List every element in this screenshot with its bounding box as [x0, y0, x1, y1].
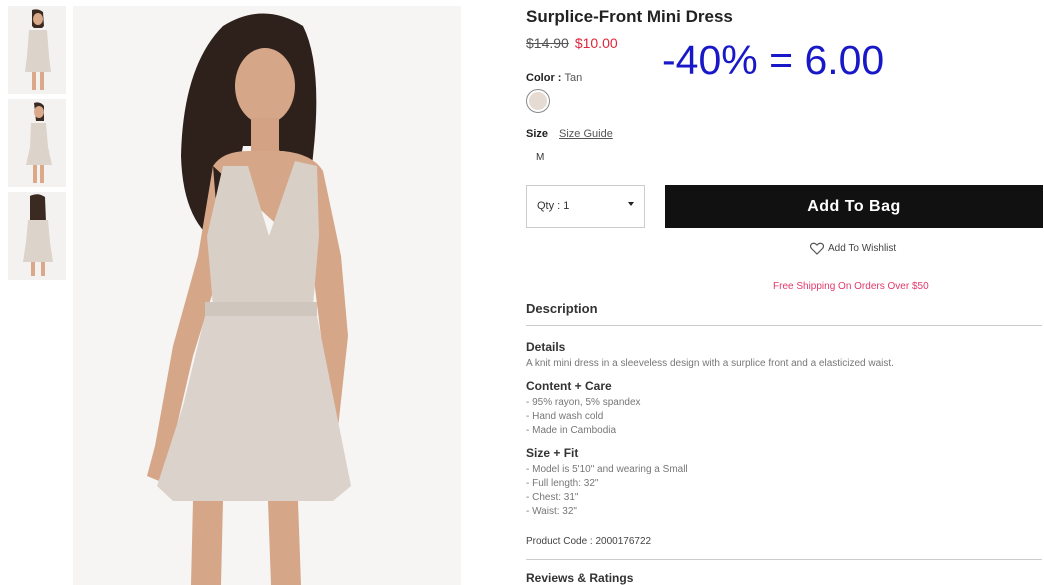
size-fit-title: Size + Fit [526, 446, 579, 460]
divider [526, 325, 1042, 326]
wishlist-label: Add To Wishlist [828, 243, 897, 254]
content-line: - 95% rayon, 5% spandex [526, 397, 641, 408]
thumbnail-gallery [8, 6, 66, 285]
caret-down-icon [628, 202, 634, 206]
main-product-image [73, 6, 461, 585]
original-price: $14.90 [526, 35, 569, 51]
add-to-bag-button[interactable]: Add To Bag [665, 185, 1043, 228]
thumbnail-front[interactable] [8, 6, 66, 94]
heart-icon [810, 242, 824, 255]
quantity-select[interactable]: Qty : 1 [526, 185, 645, 228]
sale-price: $10.00 [574, 35, 618, 51]
size-label: Size [526, 128, 549, 140]
product-code: Product Code : 2000176722 [526, 536, 652, 547]
fit-line: - Waist: 32" [526, 506, 577, 517]
content-care-title: Content + Care [526, 379, 612, 393]
details-title: Details [526, 340, 566, 354]
fit-line: - Chest: 31" [526, 492, 579, 503]
price-row: $14.90 $10.00 [526, 35, 618, 51]
fit-line: - Model is 5'10" and wearing a Small [526, 464, 688, 475]
product-title: Surplice-Front Mini Dress [526, 7, 733, 26]
add-to-wishlist-link[interactable]: Add To Wishlist [810, 242, 896, 255]
color-label: Color : Tan [526, 72, 582, 84]
size-guide-link[interactable]: Size Guide [559, 128, 613, 140]
content-line: - Hand wash cold [526, 411, 604, 422]
reviews-heading[interactable]: Reviews & Ratings [526, 571, 633, 585]
fit-line: - Full length: 32" [526, 478, 599, 489]
divider [526, 559, 1042, 560]
discount-annotation: -40% = 6.00 [662, 37, 885, 83]
color-label-text: Color : [526, 72, 562, 84]
free-shipping-note: Free Shipping On Orders Over $50 [773, 281, 929, 292]
description-heading[interactable]: Description [526, 301, 598, 316]
color-swatch-tan[interactable] [526, 89, 550, 113]
size-option-m[interactable]: M [536, 152, 544, 163]
thumbnail-back[interactable] [8, 192, 66, 280]
thumbnail-side[interactable] [8, 99, 66, 187]
content-line: - Made in Cambodia [526, 425, 617, 436]
details-text: A knit mini dress in a sleeveless design… [526, 358, 894, 369]
color-value: Tan [564, 72, 583, 84]
quantity-value: Qty : 1 [537, 200, 570, 212]
